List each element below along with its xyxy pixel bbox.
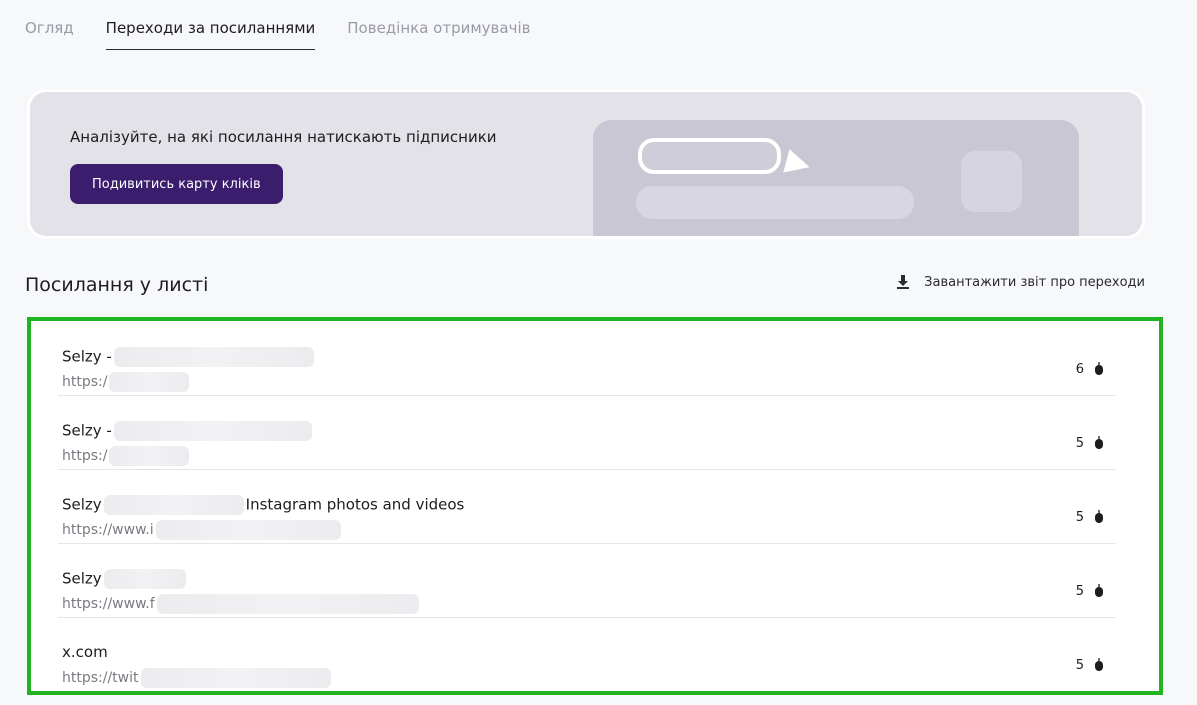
banner-text: Аналізуйте, на які посилання натискають … [70,128,497,146]
mouse-icon [1095,510,1103,523]
link-row[interactable]: Selzy - https:/ 6 [58,321,1116,396]
click-count: 5 [1075,584,1084,599]
redacted-block [140,668,331,688]
download-report-link[interactable]: Завантажити звіт про переходи [896,274,1145,290]
banner-illustration [593,120,1079,236]
link-title: Selzy [62,569,188,589]
mouse-icon [1095,658,1103,671]
redacted-block [113,347,314,367]
link-title: Selzy Instagram photos and videos [62,495,465,515]
link-url: https:/ [62,446,191,466]
cursor-icon [783,149,813,179]
link-url: https://www.f [62,594,421,614]
click-map-banner: Аналізуйте, на які посилання натискають … [30,92,1142,236]
mouse-icon [1095,362,1103,375]
click-count: 5 [1075,658,1084,673]
link-row[interactable]: Selzy Instagram photos and videos https:/… [58,469,1116,544]
link-url: https://www.i [62,520,343,540]
click-count: 5 [1075,436,1084,451]
click-count: 5 [1075,510,1084,525]
redacted-block [109,446,190,466]
link-title: Selzy - [62,347,316,367]
tab-overview[interactable]: Огляд [25,0,74,60]
download-icon [897,275,910,289]
click-count: 6 [1075,362,1084,377]
illustration-input-shape [638,138,781,174]
redacted-block [155,520,341,540]
link-title: x.com [62,643,108,661]
link-row[interactable]: Selzy https://www.f 5 [58,543,1116,618]
link-row[interactable]: Selzy - https:/ 5 [58,395,1116,470]
illustration-square-shape [961,151,1022,212]
redacted-block [113,421,312,441]
section-title: Посилання у листі [25,274,209,296]
view-click-map-button[interactable]: Подивитись карту кліків [70,164,283,204]
links-list: Selzy - https:/ 6 Selzy - https:/ 5 Selz… [27,317,1163,695]
redacted-block [103,569,186,589]
mouse-icon [1095,584,1103,597]
redacted-block [109,372,190,392]
link-row[interactable]: x.com https://twit 5 [58,617,1116,691]
link-url: https:/ [62,372,191,392]
tab-bar: Огляд Переходи за посиланнями Поведінка … [25,0,562,60]
tab-recipient-behavior[interactable]: Поведінка отримувачів [347,0,530,60]
illustration-bar-shape [636,186,914,219]
download-report-label: Завантажити звіт про переходи [924,274,1145,290]
mouse-icon [1095,436,1103,449]
redacted-block [156,594,419,614]
tab-link-clicks[interactable]: Переходи за посиланнями [105,0,315,60]
link-title: Selzy - [62,421,314,441]
redacted-block [103,495,244,515]
link-url: https://twit [62,668,333,688]
